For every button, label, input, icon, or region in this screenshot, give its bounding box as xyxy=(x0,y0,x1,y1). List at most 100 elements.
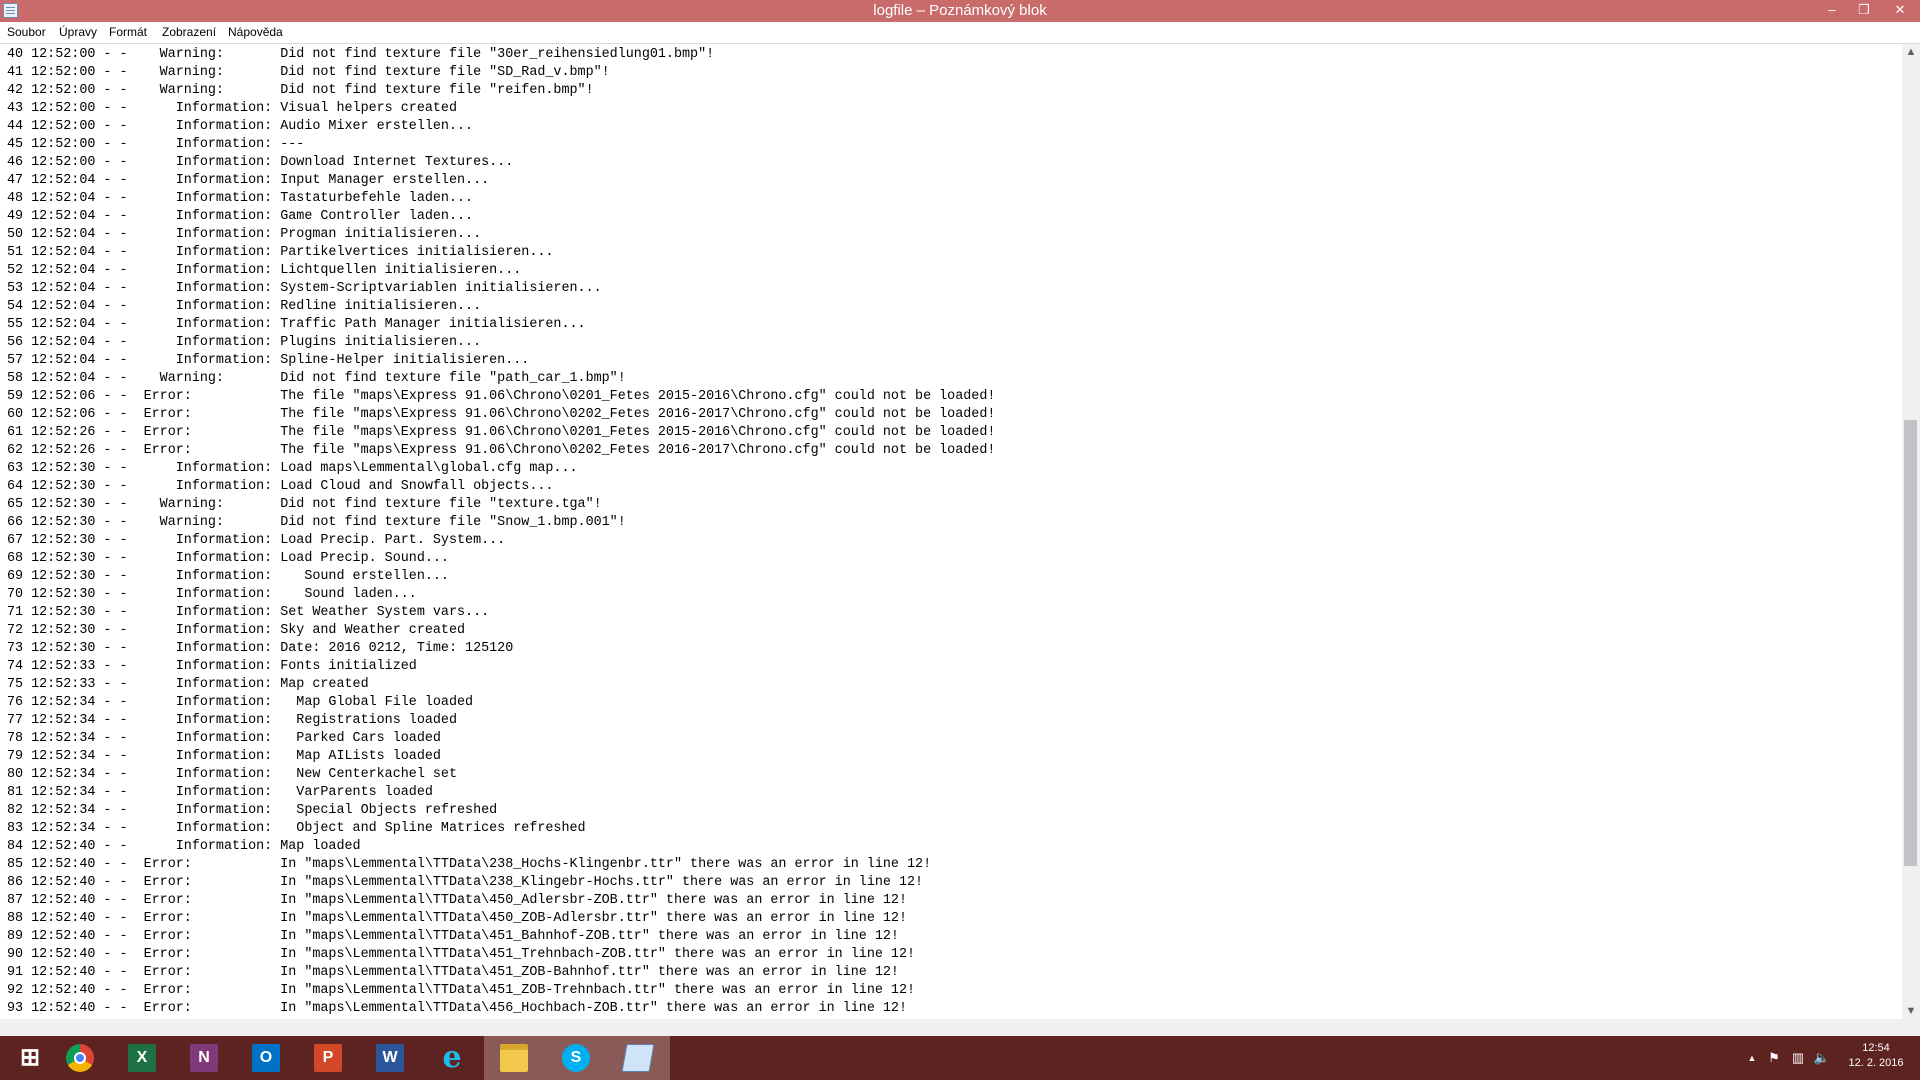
scroll-up-arrow-icon[interactable]: ▲ xyxy=(1902,44,1920,60)
menu-format[interactable]: Formát xyxy=(109,25,147,40)
log-line: 58 12:52:04 - - Warning: Did not find te… xyxy=(7,371,626,386)
action-center-flag-icon[interactable]: ⚑ xyxy=(1764,1036,1784,1080)
taskbar-app-excel[interactable]: X xyxy=(112,1036,174,1080)
onenote-icon: N xyxy=(190,1044,218,1072)
taskbar: ⊞ X N O P W e S ▲ ⚑ ▥ 🔈 12:54 12. 2. 201… xyxy=(0,1036,1920,1080)
taskbar-app-outlook[interactable]: O xyxy=(236,1036,298,1080)
log-line: 55 12:52:04 - - Information: Traffic Pat… xyxy=(7,317,586,332)
file-explorer-icon xyxy=(500,1044,528,1072)
log-line: 61 12:52:26 - - Error: The file "maps\Ex… xyxy=(7,425,996,440)
log-line: 84 12:52:40 - - Information: Map loaded xyxy=(7,839,361,854)
log-line: 42 12:52:00 - - Warning: Did not find te… xyxy=(7,83,594,98)
menu-napoveda[interactable]: Nápověda xyxy=(228,25,283,40)
log-line: 85 12:52:40 - - Error: In "maps\Lemmenta… xyxy=(7,857,932,872)
tray-chevron-icon[interactable]: ▲ xyxy=(1744,1036,1760,1080)
log-line: 47 12:52:04 - - Information: Input Manag… xyxy=(7,173,490,188)
title-bar[interactable]: logfile – Poznámkový blok – ❐ ✕ xyxy=(0,0,1920,22)
log-line: 79 12:52:34 - - Information: Map AILists… xyxy=(7,749,441,764)
notepad-icon xyxy=(621,1044,655,1072)
log-line: 40 12:52:00 - - Warning: Did not find te… xyxy=(7,47,715,62)
log-line: 59 12:52:06 - - Error: The file "maps\Ex… xyxy=(7,389,996,404)
log-line: 67 12:52:30 - - Information: Load Precip… xyxy=(7,533,506,548)
log-line: 51 12:52:04 - - Information: Partikelver… xyxy=(7,245,554,260)
log-line: 70 12:52:30 - - Information: Sound laden… xyxy=(7,587,417,602)
log-line: 89 12:52:40 - - Error: In "maps\Lemmenta… xyxy=(7,929,899,944)
clock-date: 12. 2. 2016 xyxy=(1848,1057,1904,1069)
log-line: 76 12:52:34 - - Information: Map Global … xyxy=(7,695,474,710)
excel-icon: X xyxy=(128,1044,156,1072)
log-line: 68 12:52:30 - - Information: Load Precip… xyxy=(7,551,449,566)
log-line: 57 12:52:04 - - Information: Spline-Help… xyxy=(7,353,530,368)
volume-icon[interactable]: 🔈 xyxy=(1812,1036,1832,1080)
network-icon[interactable]: ▥ xyxy=(1788,1036,1808,1080)
horizontal-scrollbar[interactable] xyxy=(0,1019,1902,1036)
log-line: 74 12:52:33 - - Information: Fonts initi… xyxy=(7,659,417,674)
taskbar-app-file-explorer[interactable] xyxy=(484,1036,546,1080)
taskbar-app-internet-explorer[interactable]: e xyxy=(422,1036,484,1080)
menu-bar: Soubor Úpravy Formát Zobrazení Nápověda xyxy=(0,22,1920,44)
log-line: 80 12:52:34 - - Information: New Centerk… xyxy=(7,767,457,782)
maximize-button[interactable]: ❐ xyxy=(1848,0,1880,20)
log-line: 82 12:52:34 - - Information: Special Obj… xyxy=(7,803,498,818)
log-line: 81 12:52:34 - - Information: VarParents … xyxy=(7,785,433,800)
taskbar-app-word[interactable]: W xyxy=(360,1036,422,1080)
menu-soubor[interactable]: Soubor xyxy=(7,25,46,40)
chrome-icon xyxy=(66,1044,94,1072)
log-line: 87 12:52:40 - - Error: In "maps\Lemmenta… xyxy=(7,893,907,908)
log-line: 48 12:52:04 - - Information: Tastaturbef… xyxy=(7,191,474,206)
minimize-button[interactable]: – xyxy=(1816,0,1848,20)
log-line: 65 12:52:30 - - Warning: Did not find te… xyxy=(7,497,602,512)
log-line: 62 12:52:26 - - Error: The file "maps\Ex… xyxy=(7,443,996,458)
windows-start-icon: ⊞ xyxy=(19,1044,41,1071)
log-line: 64 12:52:30 - - Information: Load Cloud … xyxy=(7,479,554,494)
log-line: 93 12:52:40 - - Error: In "maps\Lemmenta… xyxy=(7,1001,907,1016)
log-line: 41 12:52:00 - - Warning: Did not find te… xyxy=(7,65,610,80)
log-line: 90 12:52:40 - - Error: In "maps\Lemmenta… xyxy=(7,947,916,962)
taskbar-app-powerpoint[interactable]: P xyxy=(298,1036,360,1080)
log-line: 71 12:52:30 - - Information: Set Weather… xyxy=(7,605,490,620)
menu-zobrazeni[interactable]: Zobrazení xyxy=(162,25,216,40)
menu-upravy[interactable]: Úpravy xyxy=(59,25,97,40)
text-editor[interactable]: 40 12:52:00 - - Warning: Did not find te… xyxy=(0,44,1902,1036)
skype-icon: S xyxy=(562,1044,590,1072)
log-line: 46 12:52:00 - - Information: Download In… xyxy=(7,155,514,170)
log-line: 53 12:52:04 - - Information: System-Scri… xyxy=(7,281,602,296)
scrollbar-corner xyxy=(1902,1019,1920,1036)
close-button[interactable]: ✕ xyxy=(1880,0,1920,20)
log-line: 77 12:52:34 - - Information: Registratio… xyxy=(7,713,457,728)
log-line: 83 12:52:34 - - Information: Object and … xyxy=(7,821,586,836)
clock-time: 12:54 xyxy=(1862,1042,1890,1054)
log-line: 91 12:52:40 - - Error: In "maps\Lemmenta… xyxy=(7,965,899,980)
taskbar-app-chrome[interactable] xyxy=(50,1036,112,1080)
log-line: 56 12:52:04 - - Information: Plugins ini… xyxy=(7,335,482,350)
log-line: 86 12:52:40 - - Error: In "maps\Lemmenta… xyxy=(7,875,924,890)
outlook-icon: O xyxy=(252,1044,280,1072)
taskbar-app-notepad[interactable] xyxy=(608,1036,670,1080)
log-line: 66 12:52:30 - - Warning: Did not find te… xyxy=(7,515,626,530)
log-line: 50 12:52:04 - - Information: Progman ini… xyxy=(7,227,482,242)
vertical-scrollbar[interactable]: ▲ ▼ xyxy=(1902,44,1920,1019)
text-content: 40 12:52:00 - - Warning: Did not find te… xyxy=(7,46,995,1018)
log-line: 63 12:52:30 - - Information: Load maps\L… xyxy=(7,461,578,476)
log-line: 73 12:52:30 - - Information: Date: 2016 … xyxy=(7,641,514,656)
word-icon: W xyxy=(376,1044,404,1072)
scroll-thumb[interactable] xyxy=(1904,420,1917,866)
log-line: 92 12:52:40 - - Error: In "maps\Lemmenta… xyxy=(7,983,916,998)
taskbar-app-skype[interactable]: S xyxy=(546,1036,608,1080)
log-line: 88 12:52:40 - - Error: In "maps\Lemmenta… xyxy=(7,911,907,926)
taskbar-clock[interactable]: 12:54 12. 2. 2016 xyxy=(1836,1041,1916,1071)
scroll-down-arrow-icon[interactable]: ▼ xyxy=(1902,1003,1920,1019)
log-line: 69 12:52:30 - - Information: Sound erste… xyxy=(7,569,449,584)
log-line: 45 12:52:00 - - Information: --- xyxy=(7,137,305,152)
log-line: 43 12:52:00 - - Information: Visual help… xyxy=(7,101,457,116)
log-line: 72 12:52:30 - - Information: Sky and Wea… xyxy=(7,623,466,638)
log-line: 52 12:52:04 - - Information: Lichtquelle… xyxy=(7,263,522,278)
log-line: 44 12:52:00 - - Information: Audio Mixer… xyxy=(7,119,474,134)
log-line: 49 12:52:04 - - Information: Game Contro… xyxy=(7,209,474,224)
log-line: 60 12:52:06 - - Error: The file "maps\Ex… xyxy=(7,407,996,422)
taskbar-app-onenote[interactable]: N xyxy=(174,1036,236,1080)
log-line: 75 12:52:33 - - Information: Map created xyxy=(7,677,369,692)
log-line: 54 12:52:04 - - Information: Redline ini… xyxy=(7,299,482,314)
internet-explorer-icon: e xyxy=(442,1040,462,1075)
log-line: 78 12:52:34 - - Information: Parked Cars… xyxy=(7,731,441,746)
